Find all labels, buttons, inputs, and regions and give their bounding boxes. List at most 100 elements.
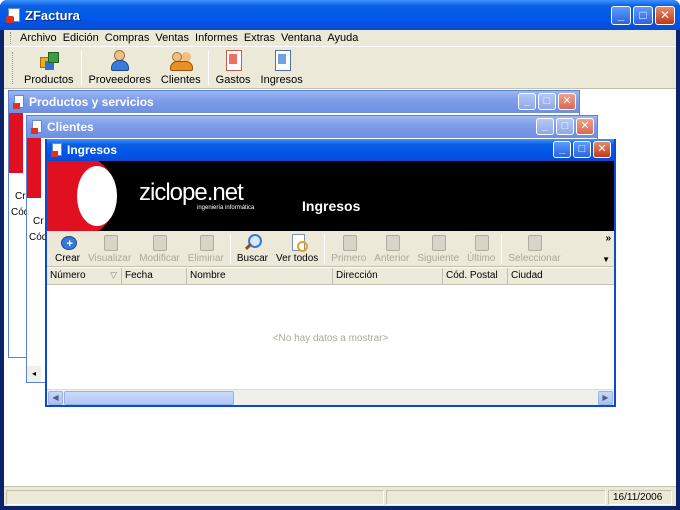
clientes-title: Clientes — [47, 120, 94, 134]
banner-fragment — [27, 138, 41, 198]
status-date: 16/11/2006 — [608, 490, 672, 505]
modificar-button[interactable]: Modificar — [139, 233, 180, 264]
clientes-title-bar[interactable]: Clientes _ □ ✕ — [27, 116, 597, 138]
close-button[interactable]: ✕ — [576, 118, 594, 135]
app-title: ZFactura — [25, 8, 80, 23]
column-numero[interactable]: Número ▽ — [47, 268, 122, 284]
toolbar-proveedores-button[interactable]: Proveedores — [89, 49, 151, 86]
menu-ayuda[interactable]: Ayuda — [324, 32, 361, 44]
clients-icon — [169, 49, 193, 71]
primero-button[interactable]: Primero — [331, 233, 366, 264]
menu-compras[interactable]: Compras — [102, 32, 153, 44]
toolbar-grip[interactable] — [12, 52, 15, 84]
main-window: ZFactura _ □ ✕ Archivo Edición Compras V… — [0, 0, 680, 510]
minimize-button[interactable]: _ — [611, 6, 631, 25]
menu-archivo[interactable]: Archivo — [17, 32, 60, 44]
main-toolbar: Productos Proveedores Clientes Gastos In… — [4, 47, 676, 89]
search-icon — [243, 233, 263, 251]
ingresos-title: Ingresos — [67, 143, 118, 157]
menu-extras[interactable]: Extras — [241, 32, 278, 44]
toolbar-label: Buscar — [236, 253, 269, 264]
scroll-right-arrow[interactable]: ▶ — [598, 391, 613, 405]
scroll-thumb[interactable] — [64, 391, 234, 405]
toolbar-separator — [501, 234, 503, 264]
toolbar-label: Clientes — [160, 74, 201, 86]
toolbar-productos-button[interactable]: Productos — [24, 49, 74, 86]
status-panel — [6, 490, 384, 505]
productos-title-bar[interactable]: Productos y servicios _ □ ✕ — [9, 91, 579, 113]
minimize-button[interactable]: _ — [553, 141, 571, 158]
ver-todos-button[interactable]: Ver todos — [276, 233, 318, 264]
close-button[interactable]: ✕ — [593, 141, 611, 158]
expenses-icon — [222, 49, 244, 71]
maximize-button[interactable]: □ — [633, 6, 653, 25]
column-cod-postal[interactable]: Cód. Postal — [443, 268, 508, 284]
toolbar-ingresos-button[interactable]: Ingresos — [261, 49, 303, 86]
toolbar-gastos-button[interactable]: Gastos — [216, 49, 251, 86]
menu-ventas[interactable]: Ventas — [152, 32, 192, 44]
window-icon — [31, 120, 42, 134]
toolbar-label: Proveedores — [88, 74, 151, 86]
partial-label: Cr — [15, 191, 26, 202]
toolbar-label: Visualizar — [88, 253, 132, 264]
banner-fragment — [9, 113, 23, 173]
menu-bar: Archivo Edición Compras Ventas Informes … — [4, 30, 676, 47]
toolbar-separator — [207, 51, 209, 85]
view-all-icon — [288, 233, 309, 252]
maximize-button[interactable]: □ — [573, 141, 591, 158]
toolbar-label: Seleccionar — [508, 253, 561, 264]
menu-informes[interactable]: Informes — [192, 32, 241, 44]
toolbar-dropdown-icon[interactable]: ▼ — [602, 255, 610, 264]
menu-ventana[interactable]: Ventana — [278, 32, 324, 44]
anterior-button[interactable]: Anterior — [374, 233, 409, 264]
app-client-area: Archivo Edición Compras Ventas Informes … — [4, 30, 676, 506]
maximize-button[interactable]: □ — [538, 93, 556, 110]
partial-label: Cr — [33, 216, 44, 227]
productos-title: Productos y servicios — [29, 95, 154, 109]
toolbar-clientes-button[interactable]: Clientes — [161, 49, 201, 86]
column-fecha[interactable]: Fecha — [122, 268, 187, 284]
toolbar-label: Siguiente — [417, 253, 460, 264]
toolbar-separator — [229, 234, 231, 264]
scroll-left-arrow[interactable]: ◀ — [48, 391, 63, 405]
horizontal-scrollbar[interactable]: ◀ ▶ — [47, 389, 614, 405]
close-button[interactable]: ✕ — [558, 93, 576, 110]
previous-icon — [383, 233, 401, 251]
empty-message: <No hay datos a mostrar> — [272, 333, 389, 344]
suppliers-icon — [109, 49, 131, 71]
minimize-button[interactable]: _ — [518, 93, 536, 110]
logo-white-disc — [77, 166, 117, 226]
column-direccion[interactable]: Dirección — [333, 268, 443, 284]
visualizar-button[interactable]: Visualizar — [88, 233, 131, 264]
menu-edicion[interactable]: Edición — [60, 32, 102, 44]
toolbar-overflow-icon[interactable]: » — [605, 233, 611, 244]
last-icon — [472, 233, 490, 251]
scroll-left-arrow[interactable]: ◂ — [27, 366, 41, 382]
column-label: Número — [50, 270, 86, 281]
minimize-button[interactable]: _ — [536, 118, 554, 135]
ingresos-banner: ziclope.net ingeniería informática Ingre… — [47, 161, 614, 231]
siguiente-button[interactable]: Siguiente — [417, 233, 459, 264]
maximize-button[interactable]: □ — [556, 118, 574, 135]
menu-grip[interactable] — [10, 32, 13, 44]
ingresos-toolbar: Crear Visualizar Modificar Eliminar — [47, 231, 614, 267]
toolbar-label: Crear — [55, 253, 81, 264]
grid-body[interactable]: <No hay datos a mostrar> — [47, 285, 614, 389]
products-icon — [38, 49, 60, 71]
column-ciudad[interactable]: Ciudad — [508, 268, 614, 284]
crear-button[interactable]: Crear — [55, 233, 80, 264]
view-icon — [101, 233, 119, 251]
column-nombre[interactable]: Nombre — [187, 268, 333, 284]
toolbar-label: Último — [467, 253, 496, 264]
ingresos-window[interactable]: Ingresos _ □ ✕ ziclope.net ingeniería in… — [45, 139, 616, 407]
app-icon[interactable] — [6, 8, 20, 23]
ultimo-button[interactable]: Último — [467, 233, 495, 264]
title-bar[interactable]: ZFactura _ □ ✕ — [0, 0, 680, 30]
seleccionar-button[interactable]: Seleccionar — [508, 233, 561, 264]
select-icon — [525, 233, 543, 251]
close-button[interactable]: ✕ — [655, 6, 675, 25]
ingresos-title-bar[interactable]: Ingresos _ □ ✕ — [47, 139, 614, 161]
eliminar-button[interactable]: Eliminar — [188, 233, 224, 264]
buscar-button[interactable]: Buscar — [237, 233, 268, 264]
column-label: Ciudad — [511, 270, 543, 281]
